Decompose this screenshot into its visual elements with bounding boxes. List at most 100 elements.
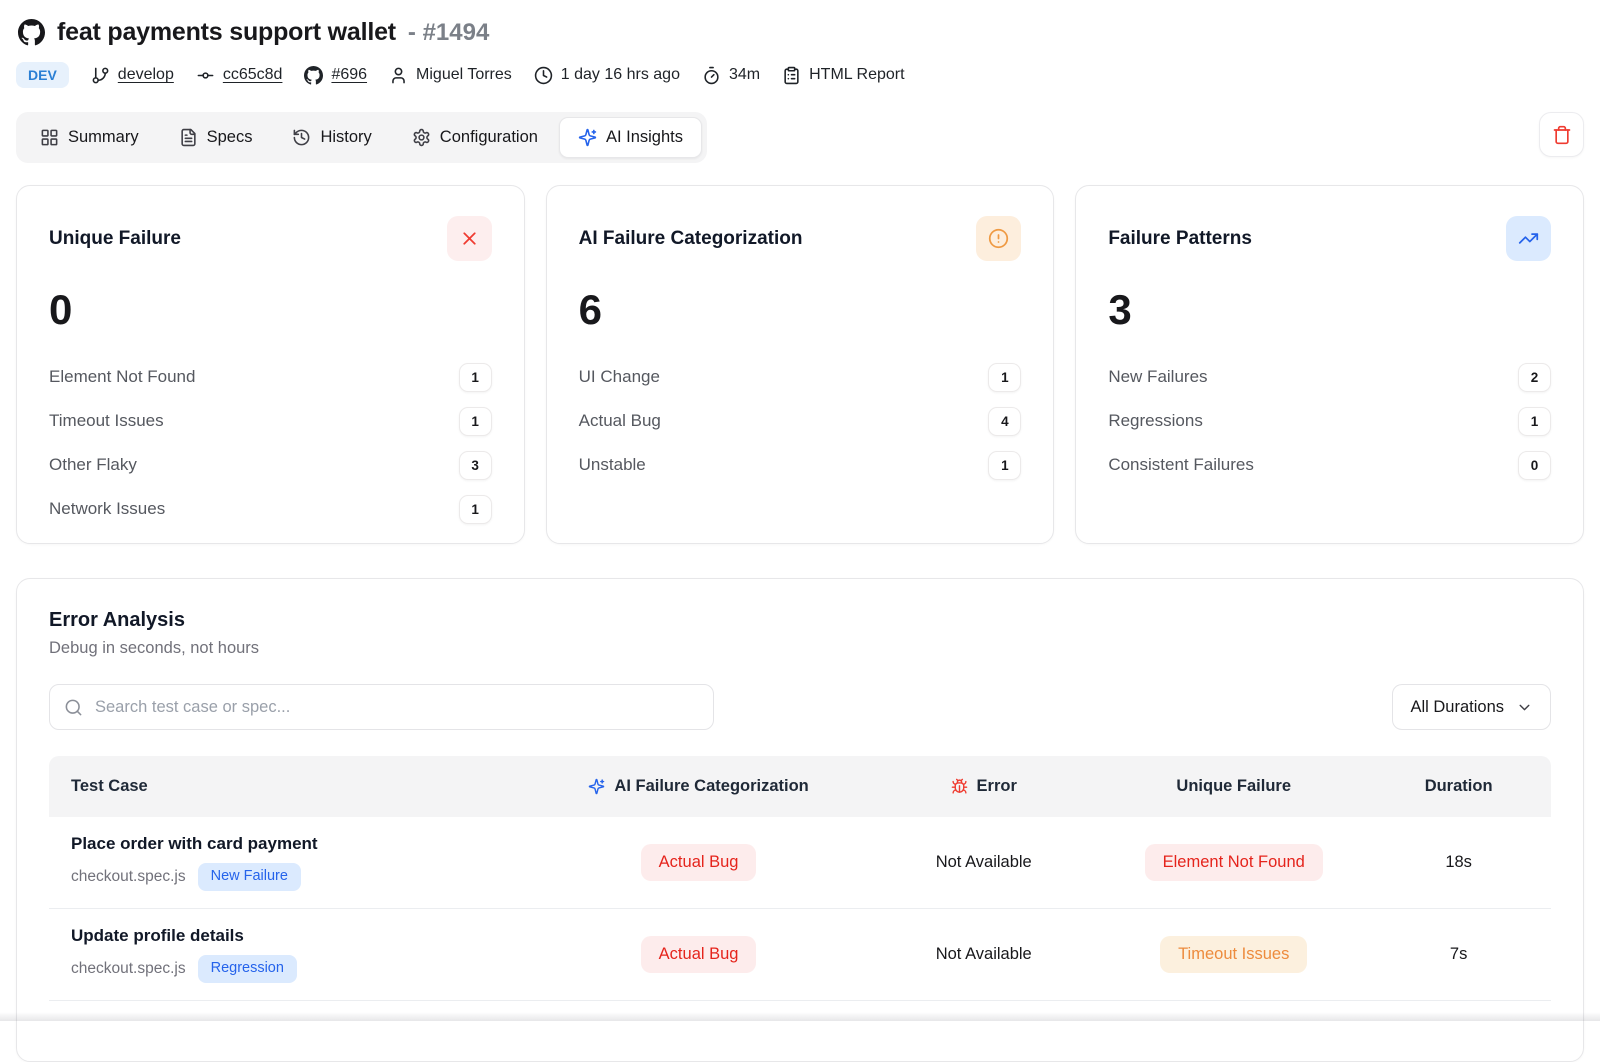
card-count: 3 — [1108, 289, 1551, 331]
git-branch-icon — [91, 66, 110, 85]
list-item: Consistent Failures 0 — [1108, 443, 1551, 487]
user-icon — [389, 66, 408, 85]
time-ago-label: 1 day 16 hrs ago — [561, 66, 680, 84]
error-value: Not Available — [936, 945, 1032, 964]
commit-link[interactable]: cc65c8d — [196, 66, 283, 85]
unique-failure-badge: Timeout Issues — [1160, 936, 1307, 974]
run-header: feat payments support wallet - #1494 — [16, 18, 1584, 47]
branch-name: develop — [118, 66, 174, 84]
duration-filter-dropdown[interactable]: All Durations — [1392, 684, 1551, 730]
html-report-link[interactable]: HTML Report — [782, 66, 904, 85]
list-item: UI Change 1 — [579, 355, 1022, 399]
build-number: #696 — [331, 66, 367, 84]
count-badge: 1 — [988, 451, 1021, 480]
build-link[interactable]: #696 — [304, 66, 367, 85]
search-input[interactable] — [93, 697, 699, 718]
sparkles-icon — [578, 128, 597, 147]
table-controls: All Durations — [49, 684, 1551, 730]
count-badge: 2 — [1518, 363, 1551, 392]
time-ago: 1 day 16 hrs ago — [534, 66, 680, 85]
delete-run-button[interactable] — [1539, 112, 1584, 157]
card-count: 0 — [49, 289, 492, 331]
error-value: Not Available — [936, 853, 1032, 872]
clock-icon — [534, 66, 553, 85]
history-icon — [292, 128, 311, 147]
test-case-name: Update profile details — [71, 926, 531, 946]
tab-ai-insights[interactable]: AI Insights — [559, 117, 702, 158]
git-commit-icon — [196, 66, 215, 85]
run-meta-row: DEV develop cc65c8d #696 Miguel Torres 1… — [16, 62, 1584, 88]
duration-value: 18s — [1445, 853, 1472, 872]
search-icon — [64, 698, 83, 717]
tab-summary[interactable]: Summary — [21, 117, 158, 158]
count-badge: 1 — [1518, 407, 1551, 436]
list-item: Actual Bug 4 — [579, 399, 1022, 443]
count-badge: 1 — [459, 407, 492, 436]
list-item: Regressions 1 — [1108, 399, 1551, 443]
unique-failure-icon-button[interactable] — [447, 216, 492, 261]
bug-icon — [951, 778, 968, 795]
tab-ai-insights-label: AI Insights — [606, 128, 683, 147]
report-icon — [782, 66, 801, 85]
bottom-scroll-fade — [0, 1012, 1600, 1021]
tab-history[interactable]: History — [273, 117, 390, 158]
chevron-down-icon — [1516, 699, 1533, 716]
github-icon — [304, 66, 323, 85]
stat-cards: Unique Failure 0 Element Not Found 1 Tim… — [16, 185, 1584, 544]
tabbar: Summary Specs History Configuration AI I… — [16, 112, 707, 163]
count-badge: 3 — [459, 451, 492, 480]
tab-specs[interactable]: Specs — [160, 117, 272, 158]
search-box[interactable] — [49, 684, 714, 730]
gear-icon — [412, 128, 431, 147]
table-header: Test Case AI Failure Categorization Erro… — [49, 756, 1551, 817]
column-error: Error — [866, 777, 1101, 796]
html-report-label: HTML Report — [809, 66, 904, 84]
panel-subtitle: Debug in seconds, not hours — [49, 639, 1551, 658]
commit-sha: cc65c8d — [223, 66, 283, 84]
failure-pattern-badge: Regression — [198, 955, 297, 982]
count-badge: 1 — [459, 363, 492, 392]
card-count: 6 — [579, 289, 1022, 331]
card-failure-patterns: Failure Patterns 3 New Failures 2 Regres… — [1075, 185, 1584, 544]
tab-specs-label: Specs — [207, 128, 253, 147]
categorization-icon-button[interactable] — [976, 216, 1021, 261]
timer-icon — [702, 66, 721, 85]
author: Miguel Torres — [389, 66, 512, 85]
card-ai-failure-categorization: AI Failure Categorization 6 UI Change 1 … — [546, 185, 1055, 544]
run-duration-label: 34m — [729, 66, 760, 84]
run-duration: 34m — [702, 66, 760, 85]
github-icon — [18, 19, 45, 46]
branch-link[interactable]: develop — [91, 66, 174, 85]
tab-configuration-label: Configuration — [440, 128, 538, 147]
panel-title: Error Analysis — [49, 609, 1551, 632]
column-duration: Duration — [1366, 777, 1551, 796]
x-icon — [459, 228, 480, 249]
list-item: New Failures 2 — [1108, 355, 1551, 399]
tab-history-label: History — [320, 128, 371, 147]
tab-configuration[interactable]: Configuration — [393, 117, 557, 158]
count-badge: 1 — [988, 363, 1021, 392]
duration-filter-label: All Durations — [1410, 698, 1504, 717]
column-ai-failure-categorization: AI Failure Categorization — [531, 777, 866, 796]
page-title: feat payments support wallet — [57, 18, 396, 47]
list-item: Unstable 1 — [579, 443, 1022, 487]
spec-file: checkout.spec.js — [71, 868, 186, 886]
circle-alert-icon — [988, 228, 1009, 249]
table-row[interactable]: Update profile details checkout.spec.js … — [49, 909, 1551, 1001]
test-case-name: Place order with card payment — [71, 834, 531, 854]
page: feat payments support wallet - #1494 DEV… — [0, 0, 1600, 1062]
count-badge: 1 — [459, 495, 492, 524]
unique-failure-badge: Element Not Found — [1145, 844, 1323, 882]
author-name: Miguel Torres — [416, 66, 512, 84]
table-row[interactable]: Place order with card payment checkout.s… — [49, 817, 1551, 909]
categorization-badge: Actual Bug — [641, 844, 757, 882]
list-item: Element Not Found 1 — [49, 355, 492, 399]
error-analysis-panel: Error Analysis Debug in seconds, not hou… — [16, 578, 1584, 1062]
error-table: Test Case AI Failure Categorization Erro… — [49, 756, 1551, 1001]
failure-pattern-badge: New Failure — [198, 863, 301, 890]
failure-patterns-icon-button[interactable] — [1506, 216, 1551, 261]
list-item: Other Flaky 3 — [49, 443, 492, 487]
list-item: Timeout Issues 1 — [49, 399, 492, 443]
trash-icon — [1552, 125, 1572, 145]
card-unique-failure: Unique Failure 0 Element Not Found 1 Tim… — [16, 185, 525, 544]
